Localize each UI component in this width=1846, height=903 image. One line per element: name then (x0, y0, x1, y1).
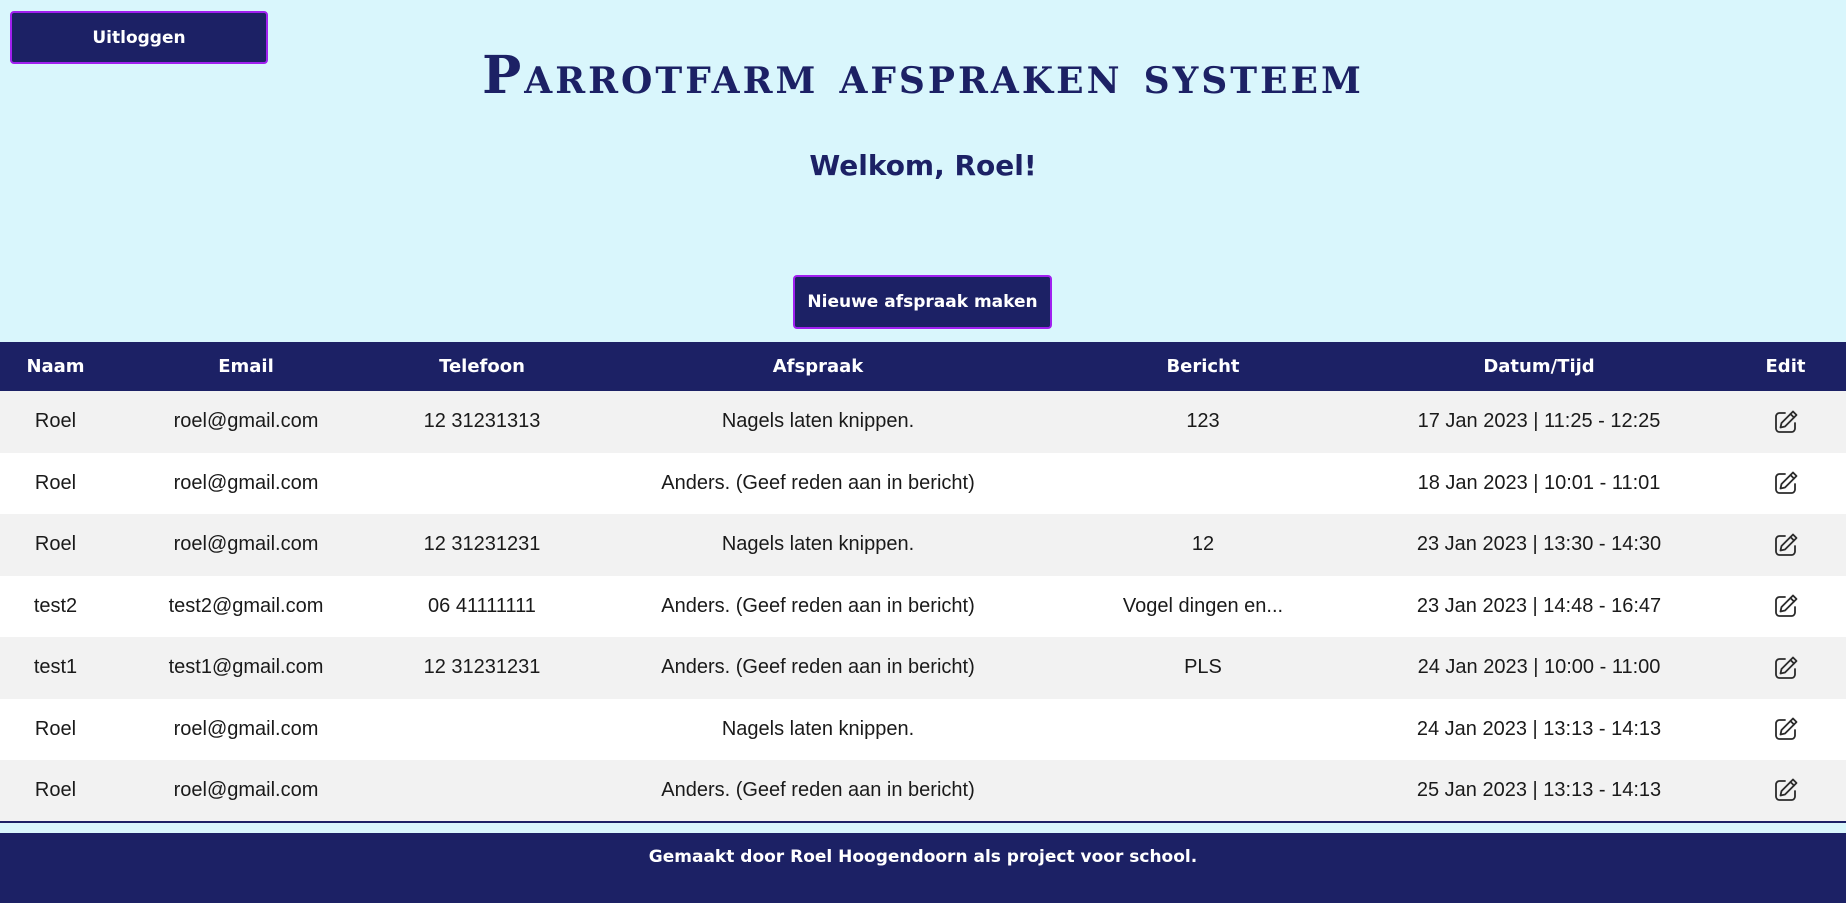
cell-bericht (1053, 760, 1353, 822)
cell-datum-tijd: 17 Jan 2023 | 11:25 - 12:25 (1417, 410, 1661, 433)
table-header: Naam Email Telefoon Afspraak Bericht Dat… (0, 342, 1846, 391)
cell-email: roel@gmail.com (173, 471, 319, 494)
page-title: Parrotfarm afspraken systeem (482, 45, 1364, 106)
cell-edit (1725, 699, 1846, 761)
cell-afspraak: Anders. (Geef reden aan in bericht) (661, 656, 975, 679)
cell-email: roel@gmail.com (173, 410, 319, 433)
cell-datum-tijd: 24 Jan 2023 | 10:00 - 11:00 (1417, 656, 1661, 679)
edit-icon[interactable] (1772, 469, 1800, 497)
cell-bericht: 123 (1186, 410, 1220, 433)
column-header-telefoon: Telefoon (439, 356, 525, 377)
cell-telefoon: 12 31231231 (423, 533, 541, 556)
welcome-message: Welkom, Roel! (809, 149, 1037, 182)
cell-datum-tijd: 23 Jan 2023 | 13:30 - 14:30 (1416, 533, 1662, 556)
cell-bericht (1053, 453, 1353, 515)
table-row: Roel roel@gmail.com Nagels laten knippen. 2… (0, 698, 1846, 761)
edit-icon[interactable] (1772, 654, 1800, 682)
edit-icon[interactable] (1772, 531, 1800, 559)
table-row: Roel roel@gmail.com Anders. (Geef reden aa… (0, 452, 1846, 515)
cell-telefoon (381, 760, 583, 822)
table-body: Roel roel@gmail.com 12 31231313 Nagels late… (0, 391, 1846, 822)
table-row: test1 test1@gmail.com 12 31231231 Anders. (… (0, 637, 1846, 699)
cell-afspraak: Anders. (Geef reden aan in bericht) (661, 778, 975, 801)
edit-icon[interactable] (1772, 776, 1800, 804)
table-row: test2 test2@gmail.com 06 41111111 Anders. (… (0, 575, 1846, 638)
cell-datum-tijd: 18 Jan 2023 | 10:01 - 11:01 (1417, 471, 1661, 494)
column-header-edit: Edit (1765, 356, 1806, 377)
appointments-table: Naam Email Telefoon Afspraak Bericht Dat… (0, 342, 1846, 823)
footer-text: Gemaakt door Roel Hoogendoorn als projec… (648, 847, 1198, 867)
edit-icon[interactable] (1772, 592, 1800, 620)
table-row: Roel roel@gmail.com 12 31231231 Nagels late… (0, 514, 1846, 576)
new-appointment-button[interactable]: Nieuwe afspraak maken (793, 275, 1052, 329)
cell-afspraak: Anders. (Geef reden aan in bericht) (661, 594, 975, 617)
cell-telefoon: 12 31231231 (423, 656, 541, 679)
cell-email: roel@gmail.com (173, 717, 319, 740)
cell-email: roel@gmail.com (173, 533, 319, 556)
cell-edit (1725, 760, 1846, 822)
cell-datum-tijd: 25 Jan 2023 | 13:13 - 14:13 (1416, 778, 1662, 801)
column-header-bericht: Bericht (1166, 356, 1240, 377)
cell-naam: Roel (34, 717, 77, 740)
cell-datum-tijd: 24 Jan 2023 | 13:13 - 14:13 (1416, 717, 1662, 740)
cell-bericht: PLS (1184, 656, 1222, 679)
cell-edit (1725, 576, 1846, 638)
column-header-email: Email (218, 356, 274, 377)
cell-edit (1725, 514, 1846, 576)
table-row: Roel roel@gmail.com Anders. (Geef reden aa… (0, 760, 1846, 822)
cell-email: test1@gmail.com (168, 656, 324, 679)
footer: Gemaakt door Roel Hoogendoorn als projec… (0, 833, 1846, 903)
cell-edit (1725, 453, 1846, 515)
cell-naam: Roel (34, 471, 77, 494)
cell-afspraak: Nagels laten knippen. (721, 717, 915, 740)
cell-datum-tijd: 23 Jan 2023 | 14:48 - 16:47 (1416, 594, 1662, 617)
cell-naam: test1 (33, 656, 78, 679)
cell-bericht: 12 (1191, 533, 1215, 556)
column-header-datum-tijd: Datum/Tijd (1483, 356, 1595, 377)
cell-naam: Roel (34, 778, 77, 801)
cell-naam: test2 (33, 594, 78, 617)
cell-edit (1725, 391, 1846, 453)
cell-bericht (1053, 699, 1353, 761)
cell-naam: Roel (34, 410, 77, 433)
cell-email: roel@gmail.com (173, 778, 319, 801)
cell-afspraak: Anders. (Geef reden aan in bericht) (661, 471, 975, 494)
cell-naam: Roel (34, 533, 77, 556)
edit-icon[interactable] (1772, 715, 1800, 743)
table-row: Roel roel@gmail.com 12 31231313 Nagels late… (0, 391, 1846, 453)
cell-telefoon: 06 41111111 (428, 594, 536, 617)
cell-afspraak: Nagels laten knippen. (721, 410, 915, 433)
cell-email: test2@gmail.com (168, 594, 324, 617)
page: Uitloggen Parrotfarm afspraken systeem W… (0, 0, 1846, 903)
edit-icon[interactable] (1772, 408, 1800, 436)
cell-bericht: Vogel dingen en... (1122, 594, 1284, 617)
cell-telefoon (381, 453, 583, 515)
header-row: Naam Email Telefoon Afspraak Bericht Dat… (0, 342, 1846, 391)
column-header-naam: Naam (26, 356, 85, 377)
cell-afspraak: Nagels laten knippen. (721, 533, 915, 556)
cell-telefoon: 12 31231313 (423, 410, 541, 433)
cell-telefoon (381, 699, 583, 761)
cell-edit (1725, 637, 1846, 699)
column-header-afspraak: Afspraak (772, 356, 864, 377)
